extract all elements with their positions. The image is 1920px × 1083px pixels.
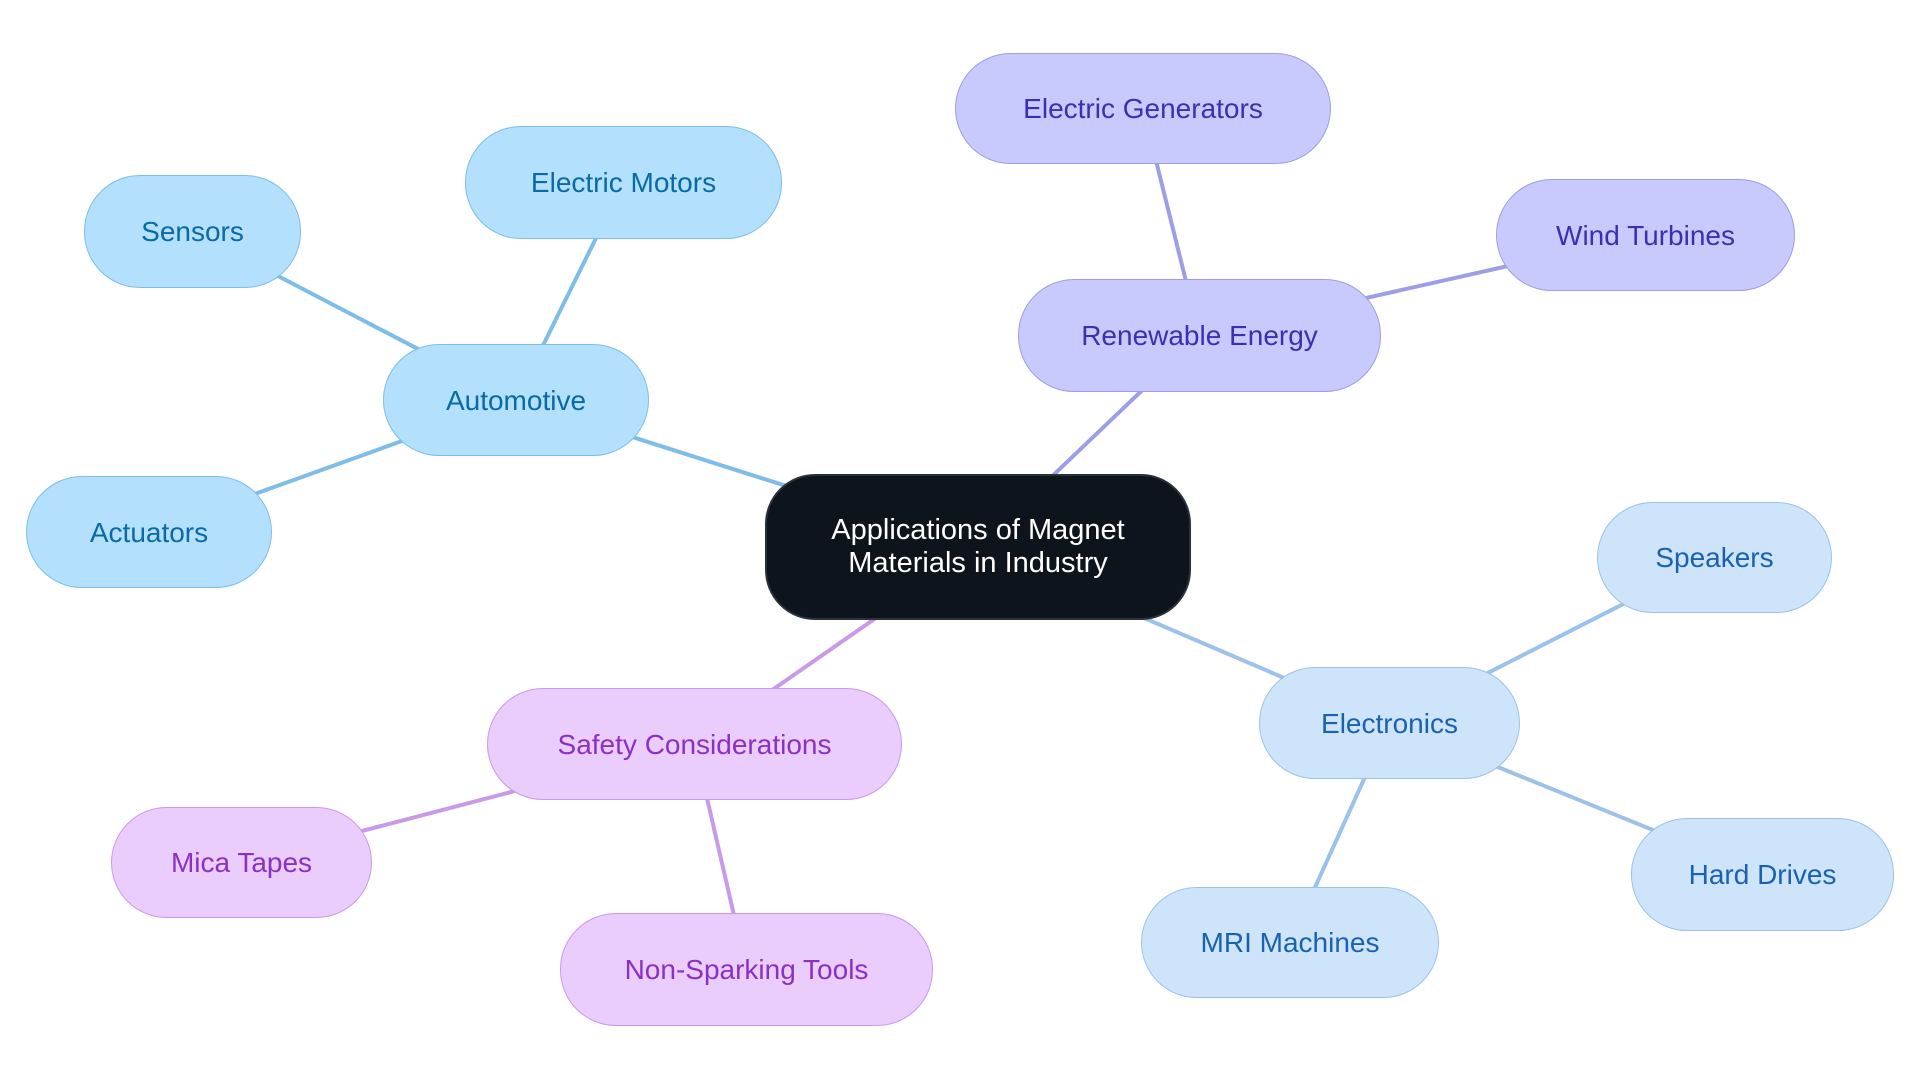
leaf-node-non-sparking-tools[interactable]: Non-Sparking Tools bbox=[560, 913, 933, 1026]
leaf-node-wind-turbines[interactable]: Wind Turbines bbox=[1496, 179, 1795, 291]
branch-node-automotive[interactable]: Automotive bbox=[383, 344, 649, 456]
branch-node-electronics[interactable]: Electronics bbox=[1259, 667, 1520, 779]
leaf-node-electric-motors[interactable]: Electric Motors bbox=[465, 126, 782, 239]
leaf-node-hard-drives[interactable]: Hard Drives bbox=[1631, 818, 1894, 931]
leaf-node-electric-generators[interactable]: Electric Generators bbox=[955, 53, 1331, 164]
branch-node-safety-considerations[interactable]: Safety Considerations bbox=[487, 688, 902, 800]
leaf-node-mica-tapes[interactable]: Mica Tapes bbox=[111, 807, 372, 918]
leaf-node-speakers[interactable]: Speakers bbox=[1597, 502, 1832, 613]
branch-node-renewable-energy[interactable]: Renewable Energy bbox=[1018, 279, 1381, 392]
leaf-node-sensors[interactable]: Sensors bbox=[84, 175, 301, 288]
root-node[interactable]: Applications of Magnet Materials in Indu… bbox=[765, 474, 1191, 620]
leaf-node-mri-machines[interactable]: MRI Machines bbox=[1141, 887, 1439, 998]
leaf-node-actuators[interactable]: Actuators bbox=[26, 476, 272, 588]
